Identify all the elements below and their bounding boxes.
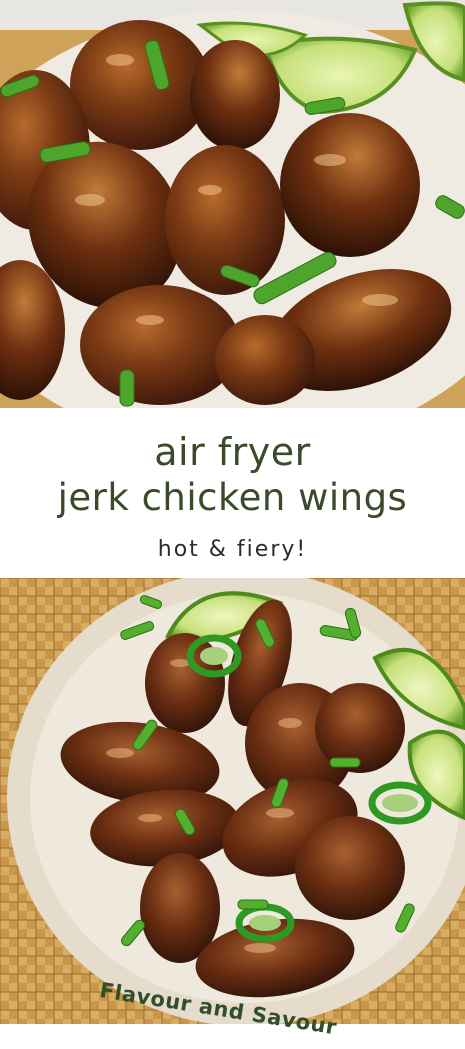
top-food-photo <box>0 0 465 408</box>
bottom-food-photo <box>0 578 465 1024</box>
chicken-wing <box>190 40 280 150</box>
bottom-photo-illustration <box>0 578 465 1024</box>
chicken-wing <box>80 285 240 405</box>
title-band: air fryer jerk chicken wings hot & fiery… <box>0 408 465 578</box>
title-line-air-fryer: air fryer <box>154 430 311 474</box>
top-photo-illustration <box>0 0 465 408</box>
subtitle: hot & fiery! <box>157 537 308 562</box>
chicken-wing <box>70 20 210 150</box>
chicken-wing <box>280 113 420 257</box>
title-line-jerk-chicken-wings: jerk chicken wings <box>57 476 408 519</box>
chicken-wing <box>315 683 405 773</box>
chicken-wing <box>215 315 315 405</box>
chicken-wing <box>295 816 405 920</box>
